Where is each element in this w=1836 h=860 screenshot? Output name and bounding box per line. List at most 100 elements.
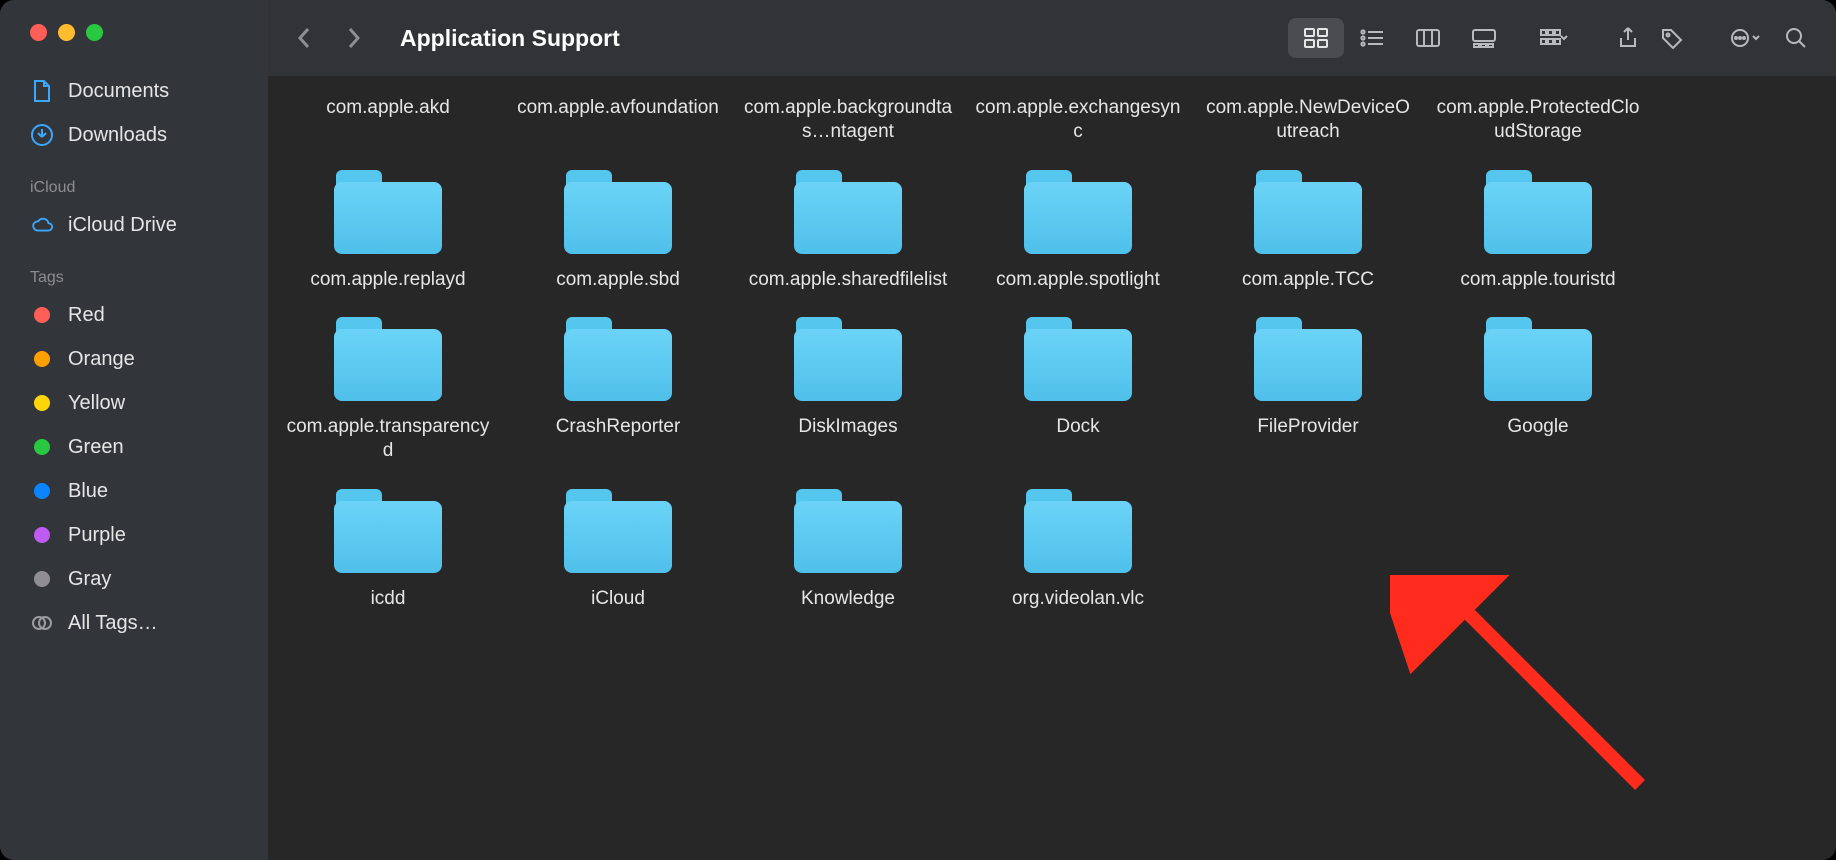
maximize-button[interactable] (86, 24, 103, 41)
tag-dot-icon (34, 483, 50, 499)
sidebar-item-label: Red (68, 304, 105, 327)
content-area[interactable]: com.apple.akd com.apple.avfoundation com.a… (268, 76, 1836, 860)
folder-label: com.apple.exchangesync (973, 96, 1183, 144)
folder-icon (324, 481, 452, 581)
folder-item[interactable]: com.apple.NewDeviceOutreach (1198, 86, 1418, 144)
sidebar-item-label: Orange (68, 348, 135, 371)
folder-item[interactable]: com.apple.transparencyd (278, 309, 498, 463)
folder-item[interactable]: CrashReporter (508, 309, 728, 463)
sidebar-item-label: Blue (68, 480, 108, 503)
back-button[interactable] (290, 24, 318, 52)
folder-item[interactable]: com.apple.akd (278, 86, 498, 144)
sidebar-tag-purple[interactable]: Purple (0, 513, 268, 557)
window-title: Application Support (400, 25, 620, 52)
folder-icon (1244, 309, 1372, 409)
sidebar-tag-gray[interactable]: Gray (0, 557, 268, 601)
folder-label: com.apple.avfoundation (517, 96, 719, 120)
minimize-button[interactable] (58, 24, 75, 41)
tag-dot-icon (34, 527, 50, 543)
folder-item[interactable]: iCloud (508, 481, 728, 611)
sidebar-tag-blue[interactable]: Blue (0, 469, 268, 513)
sidebar-tag-orange[interactable]: Orange (0, 337, 268, 381)
folder-label: com.apple.backgroundtas…ntagent (743, 96, 953, 144)
folder-item[interactable]: DiskImages (738, 309, 958, 463)
group-by-button[interactable] (1526, 18, 1582, 58)
folder-item[interactable]: com.apple.backgroundtas…ntagent (738, 86, 958, 144)
folder-item[interactable]: com.apple.sbd (508, 162, 728, 292)
folder-label: com.apple.transparencyd (283, 415, 493, 463)
sidebar-item-downloads[interactable]: Downloads (0, 113, 268, 157)
folder-icon (554, 481, 682, 581)
folder-label: com.apple.touristd (1460, 268, 1615, 292)
sidebar-section-tags: Tags (0, 247, 268, 293)
sidebar-item-label: Gray (68, 568, 111, 591)
sidebar: Documents Downloads iCloud iCloud Drive … (0, 0, 268, 860)
folder-item[interactable]: icdd (278, 481, 498, 611)
tag-dot-icon (34, 307, 50, 323)
sidebar-item-label: Green (68, 436, 124, 459)
folder-label: Knowledge (801, 587, 895, 611)
folder-item[interactable]: Dock (968, 309, 1188, 463)
folder-item[interactable]: com.apple.ProtectedCloudStorage (1428, 86, 1648, 144)
share-button[interactable] (1606, 18, 1650, 58)
folder-item[interactable]: FileProvider (1198, 309, 1418, 463)
search-button[interactable] (1774, 18, 1818, 58)
view-icons-button[interactable] (1288, 18, 1344, 58)
folder-icon (784, 481, 912, 581)
folder-item[interactable]: com.apple.sharedfilelist (738, 162, 958, 292)
folder-icon (324, 309, 452, 409)
folder-label: com.apple.replayd (310, 268, 465, 292)
folder-icon (1014, 162, 1142, 262)
sidebar-item-icloud-drive[interactable]: iCloud Drive (0, 203, 268, 247)
folder-label: iCloud (591, 587, 645, 611)
tag-dot-icon (34, 395, 50, 411)
view-columns-button[interactable] (1400, 18, 1456, 58)
folder-icon (1014, 481, 1142, 581)
folder-label: org.videolan.vlc (1012, 587, 1144, 611)
tag-dot-icon (34, 351, 50, 367)
folder-icon (1244, 162, 1372, 262)
tag-button[interactable] (1650, 18, 1694, 58)
folder-icon (554, 309, 682, 409)
folder-item[interactable]: com.apple.avfoundation (508, 86, 728, 144)
sidebar-tag-red[interactable]: Red (0, 293, 268, 337)
folder-label: icdd (371, 587, 406, 611)
folder-label: CrashReporter (556, 415, 681, 439)
folder-item[interactable]: Knowledge (738, 481, 958, 611)
traffic-lights (0, 24, 268, 69)
view-gallery-button[interactable] (1456, 18, 1512, 58)
sidebar-item-label: iCloud Drive (68, 214, 177, 237)
tag-dot-icon (34, 571, 50, 587)
main-panel: Application Support (268, 0, 1836, 860)
sidebar-item-label: Documents (68, 80, 169, 103)
sidebar-tag-yellow[interactable]: Yellow (0, 381, 268, 425)
view-mode-group (1288, 18, 1512, 58)
folder-item[interactable]: com.apple.exchangesync (968, 86, 1188, 144)
folder-item[interactable]: com.apple.spotlight (968, 162, 1188, 292)
folder-label: com.apple.sbd (556, 268, 680, 292)
sidebar-item-documents[interactable]: Documents (0, 69, 268, 113)
folder-label: DiskImages (798, 415, 897, 439)
folder-label: Dock (1056, 415, 1099, 439)
folder-item[interactable]: com.apple.TCC (1198, 162, 1418, 292)
folder-label: FileProvider (1257, 415, 1358, 439)
folder-label: com.apple.spotlight (996, 268, 1160, 292)
folder-item[interactable]: Google (1428, 309, 1648, 463)
view-list-button[interactable] (1344, 18, 1400, 58)
folder-icon (784, 162, 912, 262)
folder-item[interactable]: org.videolan.vlc (968, 481, 1188, 611)
close-button[interactable] (30, 24, 47, 41)
cloud-icon (30, 213, 54, 237)
toolbar: Application Support (268, 0, 1836, 76)
folder-label: Google (1507, 415, 1568, 439)
actions-button[interactable] (1718, 18, 1774, 58)
folder-icon (1474, 162, 1602, 262)
all-tags-icon (30, 611, 54, 635)
sidebar-tag-green[interactable]: Green (0, 425, 268, 469)
folder-item[interactable]: com.apple.touristd (1428, 162, 1648, 292)
sidebar-tag-all[interactable]: All Tags… (0, 601, 268, 645)
folder-icon (784, 309, 912, 409)
forward-button[interactable] (340, 24, 368, 52)
folder-item[interactable]: com.apple.replayd (278, 162, 498, 292)
folder-icon (554, 162, 682, 262)
